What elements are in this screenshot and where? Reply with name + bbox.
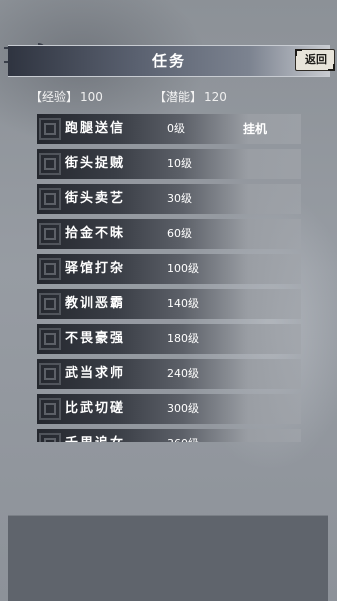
task-level: 0级	[167, 122, 185, 135]
task-name: 不畏豪强	[65, 331, 126, 346]
task-name: 街头捉贼	[65, 156, 126, 171]
task-name: 街头卖艺	[65, 191, 126, 206]
task-name: 驿馆打杂	[65, 261, 126, 276]
potential-stat: 【潜能】 120	[154, 88, 227, 105]
exp-value: 100	[80, 90, 103, 104]
seal-pattern-icon	[39, 398, 61, 420]
task-row[interactable]: 跑腿送信 0级 挂机	[37, 114, 301, 144]
idle-button[interactable]: 挂机	[243, 114, 283, 144]
seal-pattern-icon	[39, 328, 61, 350]
task-name: 千里追女	[65, 429, 165, 442]
seal-pattern-icon	[39, 153, 61, 175]
page-title: 任务	[151, 52, 186, 70]
task-action[interactable]	[243, 429, 283, 442]
task-level: 360级	[167, 429, 227, 442]
potential-label: 【潜能】	[154, 90, 203, 104]
seal-pattern-icon	[39, 118, 61, 140]
task-action[interactable]	[243, 254, 283, 284]
title-bar: 任务	[8, 45, 330, 77]
back-button[interactable]: 返回	[295, 49, 335, 71]
task-name: 教训恶霸	[65, 296, 126, 311]
task-level: 140级	[167, 297, 199, 310]
bottom-panel	[8, 515, 328, 601]
task-row[interactable]: 武当求师 240级	[37, 359, 301, 389]
task-level: 10级	[167, 157, 192, 170]
task-row[interactable]: 驿馆打杂 100级	[37, 254, 301, 284]
seal-pattern-icon	[39, 188, 61, 210]
potential-value: 120	[204, 90, 227, 104]
task-row[interactable]: 街头卖艺 30级	[37, 184, 301, 214]
task-action[interactable]	[243, 324, 283, 354]
task-level: 60级	[167, 227, 192, 240]
task-list[interactable]: 跑腿送信 0级 挂机 街头捉贼 10级 街头卖艺 30级 拾金不昧 60级 驿馆…	[37, 112, 301, 442]
task-name: 比武切磋	[65, 401, 126, 416]
seal-pattern-icon	[39, 293, 61, 315]
task-name: 武当求师	[65, 366, 126, 381]
seal-pattern-icon	[39, 258, 61, 280]
task-level: 30级	[167, 192, 192, 205]
task-row[interactable]: 街头捉贼 10级	[37, 149, 301, 179]
task-level: 100级	[167, 262, 199, 275]
seal-pattern-icon	[39, 433, 61, 442]
exp-stat: 【经验】 100	[30, 88, 103, 105]
task-action[interactable]	[243, 394, 283, 424]
exp-label: 【经验】	[30, 90, 79, 104]
task-row[interactable]: 比武切磋 300级	[37, 394, 301, 424]
back-button-label: 返回	[305, 53, 327, 66]
task-level: 240级	[167, 367, 199, 380]
seal-pattern-icon	[39, 363, 61, 385]
task-name: 拾金不昧	[65, 226, 126, 241]
task-action[interactable]	[243, 289, 283, 319]
task-action[interactable]	[243, 149, 283, 179]
seal-pattern-icon	[39, 223, 61, 245]
task-level: 300级	[167, 402, 199, 415]
task-action[interactable]	[243, 184, 283, 214]
task-row[interactable]: 教训恶霸 140级	[37, 289, 301, 319]
task-row[interactable]: 千里追女 360级	[37, 429, 301, 442]
task-name: 跑腿送信	[65, 121, 126, 136]
task-action[interactable]	[243, 359, 283, 389]
task-row[interactable]: 不畏豪强 180级	[37, 324, 301, 354]
task-row[interactable]: 拾金不昧 60级	[37, 219, 301, 249]
task-level: 180级	[167, 332, 199, 345]
task-action[interactable]	[243, 219, 283, 249]
